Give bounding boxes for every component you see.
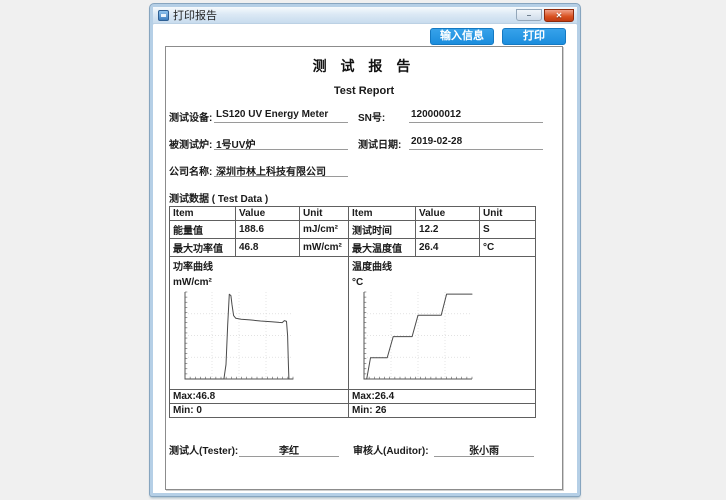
col-header: Unit [480, 207, 536, 221]
temperature-min-value: Min: 26 [349, 404, 536, 418]
cell: 26.4 [416, 239, 480, 257]
power-max-value: Max:46.8 [170, 390, 349, 404]
col-header: Unit [300, 207, 349, 221]
power-min-value: Min: 0 [170, 404, 349, 418]
device-value: LS120 UV Energy Meter [214, 107, 348, 123]
sn-label: SN号: [358, 107, 409, 124]
col-header: Value [236, 207, 300, 221]
titlebar[interactable]: 打印报告 – ✕ [153, 7, 577, 24]
power-chart-title: 功率曲线 [173, 258, 345, 273]
cell: mW/cm² [300, 239, 349, 257]
dialog-content: 输入信息 打印 测 试 报 告 Test Report 测试设备: LS120 … [153, 25, 577, 493]
table-header-row: Item Value Unit Item Value Unit [170, 207, 536, 221]
oven-label: 被测试炉: [169, 134, 214, 151]
cell: 46.8 [236, 239, 300, 257]
date-value: 2019-02-28 [409, 134, 543, 150]
cell: 188.6 [236, 221, 300, 239]
cell: °C [480, 239, 536, 257]
report-page: 测 试 报 告 Test Report 测试设备: LS120 UV Energ… [165, 46, 563, 490]
auditor-label: 审核人(Auditor): [353, 440, 434, 457]
field-row: 公司名称: 深圳市林上科技有限公司 [169, 161, 562, 188]
power-curve-chart [175, 289, 345, 388]
print-button[interactable]: 打印 [502, 28, 566, 45]
minimize-button[interactable]: – [516, 9, 542, 21]
company-value: 深圳市林上科技有限公司 [214, 161, 348, 177]
cell: 测试时间 [349, 221, 416, 239]
tester-name: 李红 [239, 440, 339, 457]
signature-row: 测试人(Tester): 李红 审核人(Auditor): 张小雨 [169, 440, 562, 457]
report-title-en: Test Report [166, 85, 562, 97]
cell: 能量值 [170, 221, 236, 239]
temperature-chart-unit: °C [352, 277, 532, 288]
tester-label: 测试人(Tester): [169, 440, 239, 457]
min-row: Min: 0 Min: 26 [170, 404, 536, 418]
max-row: Max:46.8 Max:26.4 [170, 390, 536, 404]
col-header: Value [416, 207, 480, 221]
date-label: 测试日期: [358, 134, 409, 151]
cell: 12.2 [416, 221, 480, 239]
toolbar: 输入信息 打印 [430, 28, 566, 45]
cell: S [480, 221, 536, 239]
field-row: 被测试炉: 1号UV炉 测试日期: 2019-02-28 [169, 134, 562, 161]
sn-value: 120000012 [409, 107, 543, 123]
cell: 最大温度值 [349, 239, 416, 257]
report-title-cn: 测 试 报 告 [166, 56, 562, 76]
cell: mJ/cm² [300, 221, 349, 239]
company-label: 公司名称: [169, 161, 214, 178]
cell: 最大功率值 [170, 239, 236, 257]
col-header: Item [170, 207, 236, 221]
table-row: 能量值 188.6 mJ/cm² 测试时间 12.2 S [170, 221, 536, 239]
test-data-section-title: 测试数据 ( Test Data ) [169, 190, 562, 205]
temperature-max-value: Max:26.4 [349, 390, 536, 404]
field-row: 测试设备: LS120 UV Energy Meter SN号: 1200000… [169, 107, 562, 134]
col-header: Item [349, 207, 416, 221]
close-button[interactable]: ✕ [544, 9, 574, 22]
temperature-chart-title: 温度曲线 [352, 258, 532, 273]
window-controls: – ✕ [516, 9, 574, 22]
temperature-curve-chart [354, 289, 532, 388]
input-info-button[interactable]: 输入信息 [430, 28, 494, 45]
auditor-name: 张小雨 [434, 440, 534, 457]
device-label: 测试设备: [169, 107, 214, 124]
chart-row: 功率曲线 mW/cm² 温度曲线 °C [170, 257, 536, 390]
oven-value: 1号UV炉 [214, 134, 348, 150]
report-fields: 测试设备: LS120 UV Energy Meter SN号: 1200000… [169, 107, 562, 188]
test-data-table: Item Value Unit Item Value Unit 能量值 188.… [169, 206, 536, 418]
window-title: 打印报告 [173, 7, 217, 23]
app-icon [158, 10, 169, 21]
power-chart-cell: 功率曲线 mW/cm² [170, 257, 349, 390]
print-report-dialog: 打印报告 – ✕ 输入信息 打印 测 试 报 告 Test Report 测试设… [150, 4, 580, 496]
temperature-chart-cell: 温度曲线 °C [349, 257, 536, 390]
power-chart-unit: mW/cm² [173, 277, 345, 288]
table-row: 最大功率值 46.8 mW/cm² 最大温度值 26.4 °C [170, 239, 536, 257]
